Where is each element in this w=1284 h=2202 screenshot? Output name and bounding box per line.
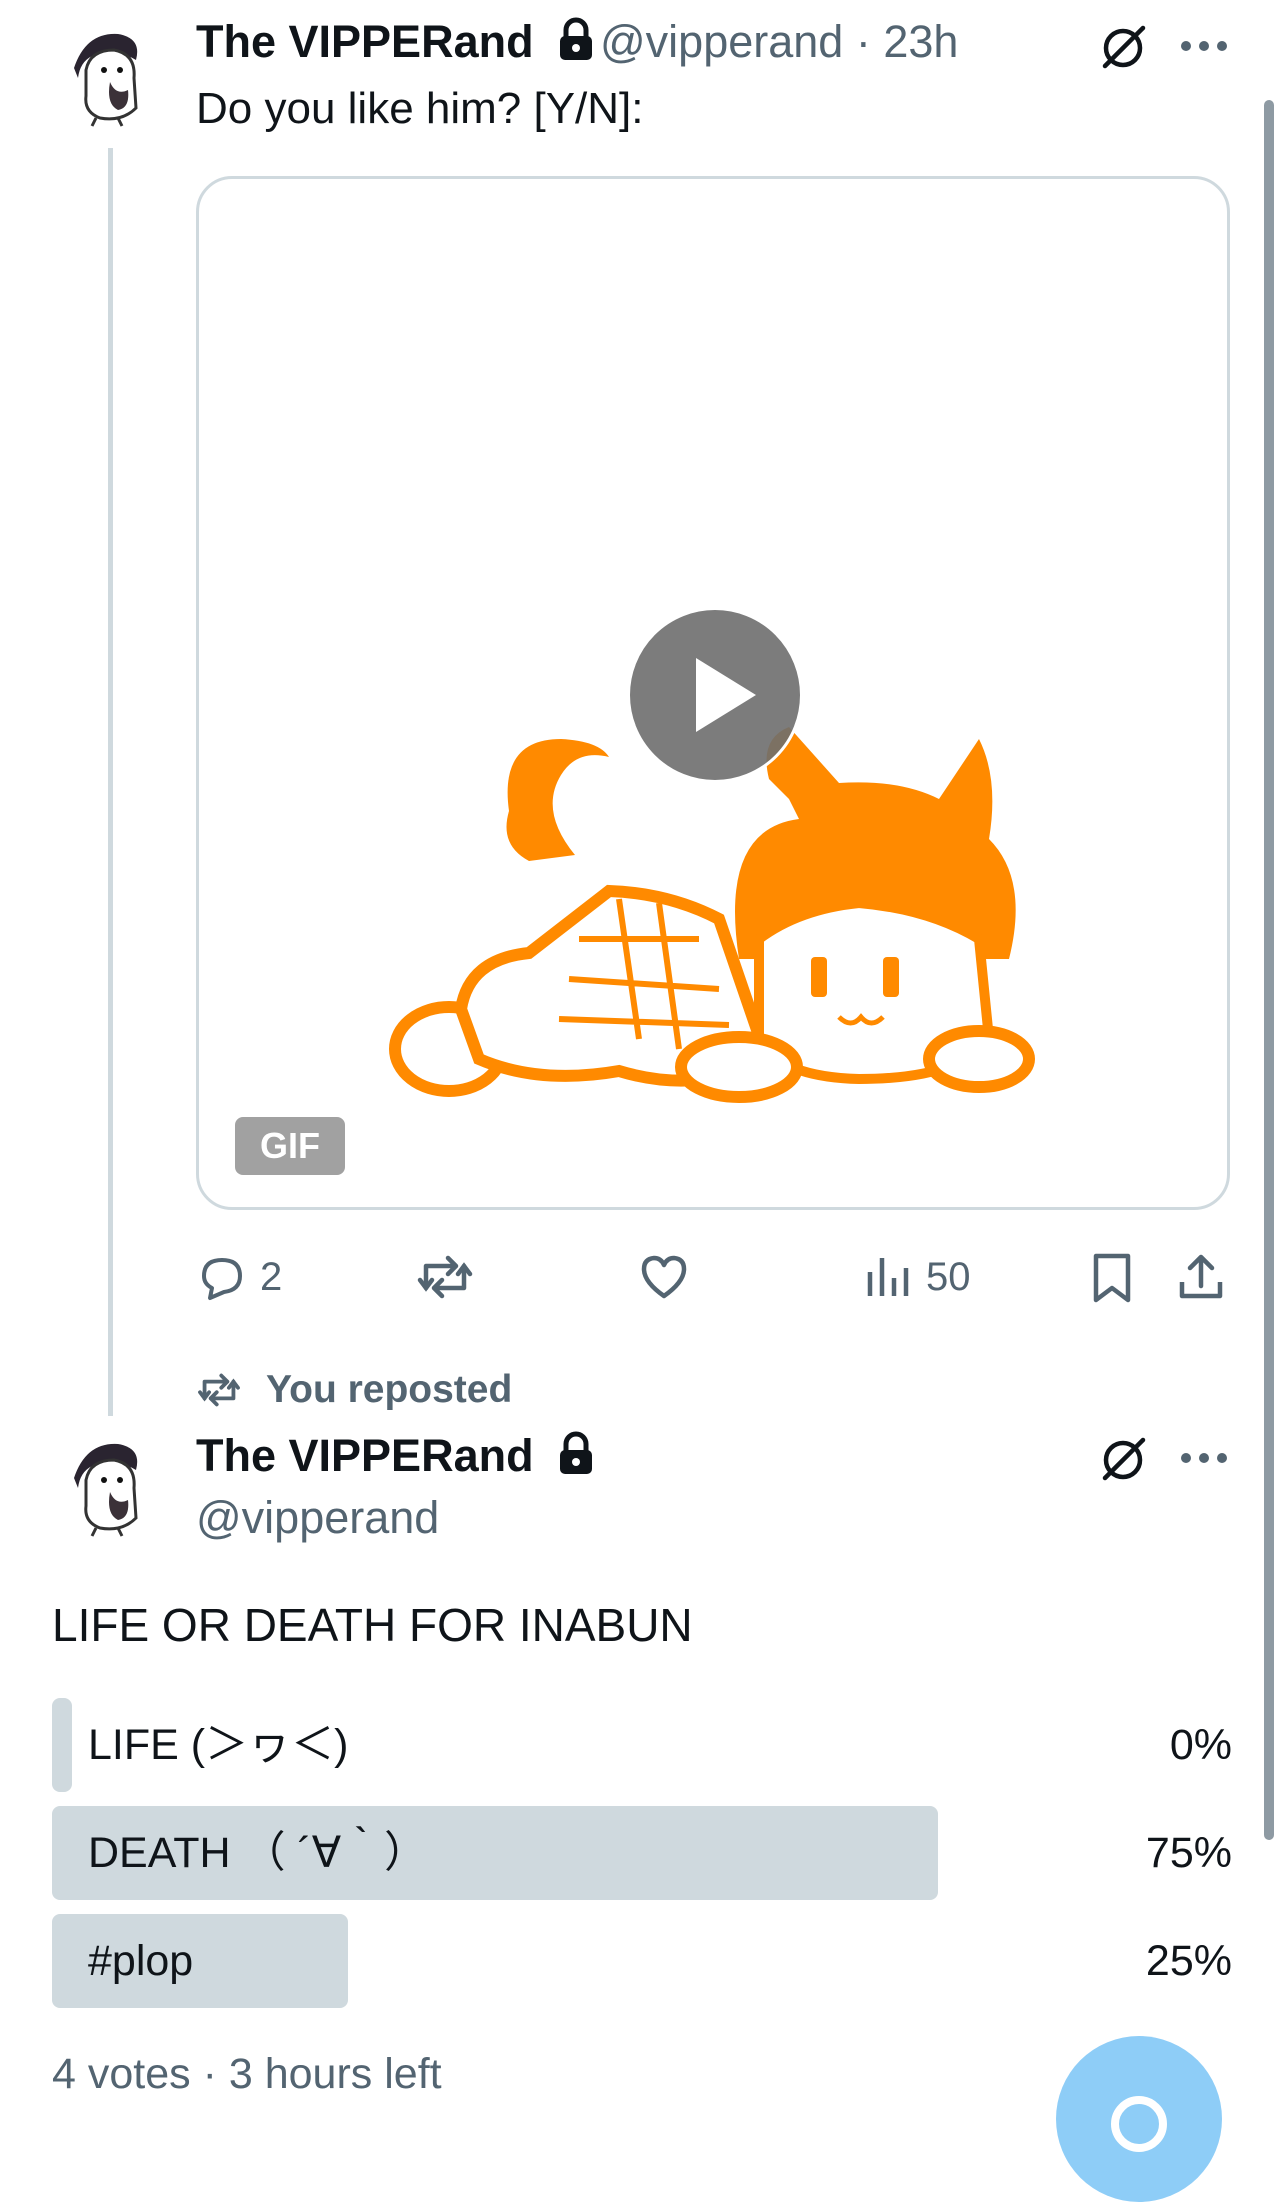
lock-icon <box>556 17 596 72</box>
post-time[interactable]: · 23h <box>856 16 959 67</box>
post-text: LIFE OR DEATH FOR INABUN <box>52 1599 693 1651</box>
scrollbar[interactable] <box>1264 100 1274 1840</box>
poll-option-label: LIFE (＞ヮ＜) <box>88 1721 349 1769</box>
poll-option-label: DEATH （ ´∀｀） <box>88 1829 428 1877</box>
reply-button[interactable]: 2 <box>196 1252 282 1302</box>
bookmark-icon <box>1093 1253 1131 1303</box>
author-handle[interactable]: @vipperand <box>600 16 843 67</box>
reply-count: 2 <box>260 1254 283 1299</box>
author-name-text: The VIPPERand <box>196 16 534 67</box>
poll-option[interactable]: DEATH （ ´∀｀） 75% <box>52 1806 1232 1900</box>
avatar-image <box>74 1443 138 1537</box>
grok-icon[interactable] <box>1096 1432 1150 1486</box>
repost-button[interactable] <box>416 1252 474 1302</box>
bookmark-button[interactable] <box>1090 1252 1134 1304</box>
author-name[interactable]: The VIPPERand <box>196 1430 596 1486</box>
author-name-text: The VIPPERand <box>196 1430 534 1481</box>
views-icon <box>867 1258 909 1296</box>
poll-option-percent: 0% <box>1169 1721 1232 1769</box>
poll-footer: 4 votes · 3 hours left <box>52 2050 442 2098</box>
reply-icon <box>202 1258 242 1300</box>
gif-media[interactable]: GIF <box>196 176 1230 1210</box>
author-name[interactable]: The VIPPERand <box>196 16 596 72</box>
poll-option-label: #plop <box>88 1937 194 1985</box>
thread-line <box>108 148 113 1416</box>
grok-icon[interactable] <box>1096 20 1150 74</box>
poll-bar <box>52 1698 72 1792</box>
views-count: 50 <box>926 1254 971 1299</box>
compose-button[interactable] <box>1056 2036 1222 2202</box>
like-icon <box>641 1255 687 1299</box>
lock-icon <box>556 1431 596 1486</box>
post-text: Do you like him? [Y/N]: <box>196 84 644 133</box>
poll-option[interactable]: LIFE (＞ヮ＜) 0% <box>52 1698 1232 1792</box>
more-icon[interactable] <box>1176 1436 1232 1480</box>
play-icon[interactable] <box>627 607 803 783</box>
author-handle[interactable]: @vipperand <box>196 1492 439 1544</box>
views-button[interactable]: 50 <box>864 1252 971 1302</box>
gif-badge: GIF <box>235 1117 345 1175</box>
poll-option-percent: 25% <box>1145 1937 1232 1985</box>
repost-icon <box>417 1255 473 1299</box>
repost-banner: You reposted <box>196 1368 512 1412</box>
poll-option[interactable]: #plop 25% <box>52 1914 1232 2008</box>
poll-option-percent: 75% <box>1145 1829 1232 1877</box>
repost-icon <box>198 1373 240 1407</box>
compose-icon <box>1111 2096 1167 2152</box>
avatar[interactable] <box>56 26 160 130</box>
share-button[interactable] <box>1176 1252 1226 1304</box>
more-icon[interactable] <box>1176 24 1232 68</box>
share-icon <box>1179 1254 1223 1299</box>
avatar-image <box>74 33 138 127</box>
avatar[interactable] <box>56 1436 160 1540</box>
like-button[interactable] <box>638 1252 690 1302</box>
repost-banner-text: You reposted <box>266 1368 513 1411</box>
